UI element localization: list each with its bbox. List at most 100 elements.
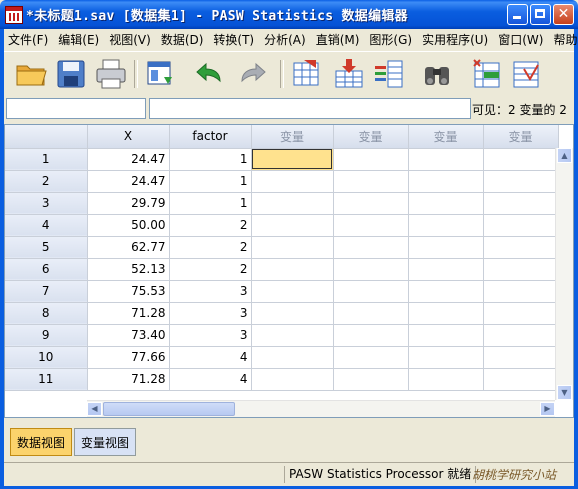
undo-icon[interactable] — [192, 57, 226, 91]
cell-x[interactable]: 62.77 — [87, 236, 170, 259]
menu-file[interactable]: 文件(F) — [4, 31, 52, 48]
cell-x[interactable]: 50.00 — [87, 214, 170, 237]
variables-icon[interactable] — [372, 57, 406, 91]
row-number[interactable]: 3 — [5, 192, 88, 215]
empty-cell[interactable] — [483, 170, 559, 193]
column-header-empty-variable[interactable]: 变量 — [483, 125, 559, 149]
goto-case-icon[interactable] — [290, 57, 324, 91]
empty-cell[interactable] — [333, 170, 409, 193]
redo-icon[interactable] — [236, 57, 270, 91]
horizontal-scrollbar[interactable]: ◀ ▶ — [87, 400, 555, 417]
cell-factor[interactable]: 1 — [169, 170, 252, 193]
goto-variable-icon[interactable] — [332, 57, 366, 91]
cell-factor[interactable]: 3 — [169, 324, 252, 347]
cell-factor[interactable]: 2 — [169, 258, 252, 281]
cell-x[interactable]: 52.13 — [87, 258, 170, 281]
print-icon[interactable] — [94, 57, 128, 91]
menu-edit[interactable]: 编辑(E) — [54, 31, 103, 48]
empty-cell[interactable] — [333, 192, 409, 215]
column-header-empty-variable[interactable]: 变量 — [408, 125, 484, 149]
cell-x[interactable]: 77.66 — [87, 346, 170, 369]
tab-data-view[interactable]: 数据视图 — [10, 428, 73, 456]
empty-cell[interactable] — [333, 236, 409, 259]
cell-x[interactable]: 24.47 — [87, 148, 170, 171]
row-number[interactable]: 10 — [5, 346, 88, 369]
horizontal-scroll-thumb[interactable] — [103, 402, 235, 416]
corner-cell[interactable] — [5, 125, 88, 149]
find-icon[interactable] — [420, 57, 454, 91]
empty-cell[interactable] — [333, 148, 409, 171]
vertical-scrollbar[interactable]: ▲ ▼ — [555, 148, 573, 400]
empty-cell[interactable] — [408, 346, 484, 369]
row-number[interactable]: 4 — [5, 214, 88, 237]
cell-factor[interactable]: 1 — [169, 192, 252, 215]
menu-view[interactable]: 视图(V) — [105, 31, 155, 48]
empty-cell[interactable] — [251, 214, 334, 237]
empty-cell[interactable] — [408, 192, 484, 215]
menu-help[interactable]: 帮助 — [549, 31, 578, 48]
empty-cell[interactable] — [333, 302, 409, 325]
empty-cell[interactable] — [408, 236, 484, 259]
empty-cell[interactable] — [251, 346, 334, 369]
menu-analyze[interactable]: 分析(A) — [260, 31, 310, 48]
menu-data[interactable]: 数据(D) — [157, 31, 208, 48]
empty-cell[interactable] — [408, 214, 484, 237]
maximize-button[interactable] — [530, 4, 551, 25]
split-file-icon[interactable] — [510, 57, 544, 91]
empty-cell[interactable] — [408, 258, 484, 281]
empty-cell[interactable] — [408, 368, 484, 391]
empty-cell[interactable] — [408, 302, 484, 325]
cell-factor[interactable]: 3 — [169, 302, 252, 325]
menu-window[interactable]: 窗口(W) — [494, 31, 547, 48]
cell-x[interactable]: 75.53 — [87, 280, 170, 303]
empty-cell[interactable] — [408, 170, 484, 193]
row-number[interactable]: 1 — [5, 148, 88, 171]
dialog-recall-icon[interactable] — [144, 57, 178, 91]
row-number[interactable]: 7 — [5, 280, 88, 303]
cell-factor[interactable]: 1 — [169, 148, 252, 171]
cell-reference-field[interactable] — [6, 98, 146, 119]
cell-x[interactable]: 73.40 — [87, 324, 170, 347]
menu-utilities[interactable]: 实用程序(U) — [418, 31, 492, 48]
empty-cell[interactable] — [483, 236, 559, 259]
empty-cell[interactable] — [251, 280, 334, 303]
empty-cell[interactable] — [333, 368, 409, 391]
cell-factor[interactable]: 4 — [169, 368, 252, 391]
column-header-factor[interactable]: factor — [169, 125, 252, 149]
empty-cell[interactable] — [333, 214, 409, 237]
scroll-right-icon[interactable]: ▶ — [540, 402, 555, 416]
insert-cases-icon[interactable] — [470, 57, 504, 91]
menu-direct-marketing[interactable]: 直销(M) — [312, 31, 364, 48]
empty-cell[interactable] — [408, 280, 484, 303]
cell-x[interactable]: 24.47 — [87, 170, 170, 193]
empty-cell[interactable] — [483, 346, 559, 369]
empty-cell[interactable] — [483, 368, 559, 391]
scroll-up-icon[interactable]: ▲ — [557, 148, 572, 163]
cell-x[interactable]: 29.79 — [87, 192, 170, 215]
empty-cell[interactable] — [483, 192, 559, 215]
cell-value-field[interactable] — [149, 98, 471, 119]
empty-cell[interactable] — [483, 302, 559, 325]
column-header-empty-variable[interactable]: 变量 — [333, 125, 409, 149]
empty-cell[interactable] — [251, 236, 334, 259]
empty-cell[interactable] — [483, 280, 559, 303]
column-header-x[interactable]: X — [87, 125, 170, 149]
empty-cell[interactable] — [251, 258, 334, 281]
row-number[interactable]: 2 — [5, 170, 88, 193]
empty-cell[interactable] — [333, 346, 409, 369]
cell-x[interactable]: 71.28 — [87, 368, 170, 391]
close-button[interactable]: ✕ — [553, 4, 574, 25]
empty-cell[interactable] — [333, 258, 409, 281]
selected-cell[interactable] — [251, 148, 334, 171]
cell-factor[interactable]: 3 — [169, 280, 252, 303]
cell-x[interactable]: 71.28 — [87, 302, 170, 325]
row-number[interactable]: 9 — [5, 324, 88, 347]
tab-variable-view[interactable]: 变量视图 — [74, 428, 137, 456]
scroll-down-icon[interactable]: ▼ — [557, 385, 572, 400]
empty-cell[interactable] — [333, 280, 409, 303]
empty-cell[interactable] — [483, 324, 559, 347]
column-header-empty-variable[interactable]: 变量 — [251, 125, 334, 149]
row-number[interactable]: 11 — [5, 368, 88, 391]
row-number[interactable]: 5 — [5, 236, 88, 259]
row-number[interactable]: 6 — [5, 258, 88, 281]
